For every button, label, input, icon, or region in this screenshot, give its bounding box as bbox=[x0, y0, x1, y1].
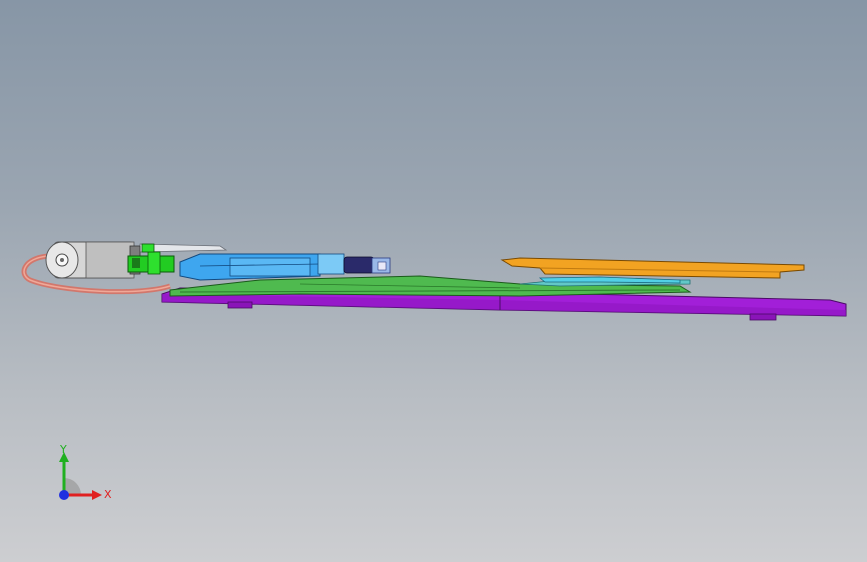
cad-viewport[interactable]: Y X bbox=[0, 0, 867, 562]
cyan-bracket[interactable] bbox=[538, 276, 681, 284]
top-plate[interactable] bbox=[500, 257, 805, 279]
roller[interactable] bbox=[343, 256, 391, 274]
blue-housing[interactable] bbox=[179, 253, 345, 281]
assembly-model[interactable] bbox=[0, 0, 867, 562]
motor[interactable] bbox=[45, 241, 141, 279]
z-axis-dot bbox=[59, 490, 69, 500]
x-arrow-icon bbox=[92, 490, 102, 500]
axis-triad: Y X bbox=[40, 438, 120, 522]
triad-graphic: Y X bbox=[59, 443, 112, 501]
x-axis-label: X bbox=[104, 488, 112, 501]
y-axis-label: Y bbox=[59, 443, 67, 456]
